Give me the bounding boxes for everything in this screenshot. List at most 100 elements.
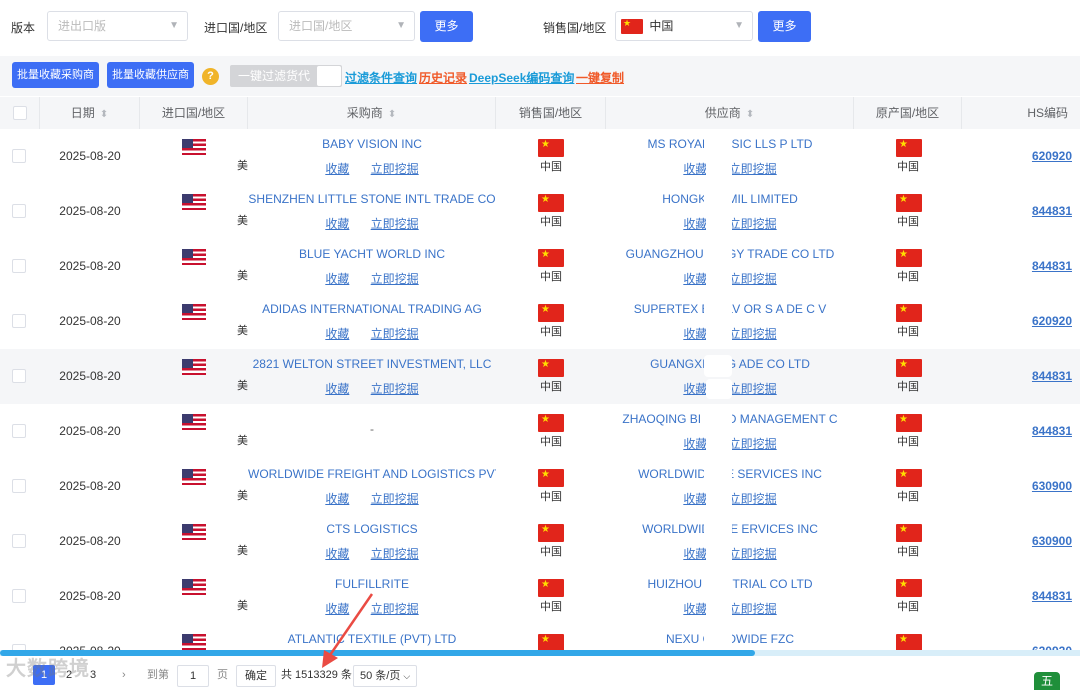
row-checkbox[interactable] (12, 369, 26, 383)
supplier-cell: GUANGXI J NG ADE CO LTD 收藏 立即挖掘 (606, 349, 854, 404)
china-flag-icon (538, 579, 564, 597)
hs-code-link[interactable]: 844831 (1032, 424, 1072, 438)
mine-buyer-link[interactable]: 立即挖掘 (371, 327, 419, 341)
hs-code-link[interactable]: 620920 (1032, 314, 1072, 328)
row-checkbox[interactable] (12, 259, 26, 273)
hs-code-link[interactable]: 620920 (1032, 149, 1072, 163)
sort-icon[interactable]: ⬍ (388, 109, 396, 120)
history-link[interactable]: 历史记录 (419, 69, 467, 86)
more-sale-button[interactable]: 更多 (758, 11, 811, 42)
collect-supplier-link[interactable]: 收藏 (683, 602, 707, 616)
buyer-name-link[interactable]: SHENZHEN LITTLE STONE INTL TRADE CO (248, 192, 496, 206)
collect-buyer-link[interactable]: 收藏 (325, 272, 349, 286)
row-checkbox[interactable] (12, 424, 26, 438)
col-supplier[interactable]: 供应商 ⬍ (606, 97, 854, 129)
select-all-checkbox[interactable] (12, 106, 27, 120)
col-buyer[interactable]: 采购商 ⬍ (248, 97, 496, 129)
hs-code-link[interactable]: 630900 (1032, 479, 1072, 493)
mine-supplier-link[interactable]: 立即挖掘 (729, 492, 777, 506)
row-checkbox[interactable] (12, 534, 26, 548)
mine-buyer-link[interactable]: 立即挖掘 (371, 162, 419, 176)
import-country-cell: 美国 (140, 184, 248, 239)
collect-buyer-link[interactable]: 收藏 (325, 162, 349, 176)
goto-page-input[interactable]: 1 (177, 665, 209, 687)
mine-buyer-link[interactable]: 立即挖掘 (371, 547, 419, 561)
row-checkbox[interactable] (12, 204, 26, 218)
collect-supplier-link[interactable]: 收藏 (683, 327, 707, 341)
copy-all-link[interactable]: 一键复制 (576, 69, 624, 86)
mine-supplier-link[interactable]: 立即挖掘 (729, 382, 777, 396)
filter-forwarder-toggle[interactable]: 一键过滤货代 (230, 65, 342, 87)
buyer-name-link[interactable]: WORLDWIDE FREIGHT AND LOGISTICS PVT (248, 467, 496, 481)
edition-placeholder: 进出口版 (58, 19, 107, 33)
collect-buyer-link[interactable]: 收藏 (325, 382, 349, 396)
buyer-name-link[interactable]: FULFILLRITE (248, 577, 496, 591)
buyer-cell: FULFILLRITE 收藏 立即挖掘 (248, 569, 496, 624)
import-country-cell: 美国 (140, 349, 248, 404)
next-page-icon[interactable]: › (122, 665, 126, 685)
row-select-cell (0, 459, 40, 514)
buyer-name-link[interactable]: ATLANTIC TEXTILE (PVT) LTD (248, 632, 496, 646)
mine-supplier-link[interactable]: 立即挖掘 (729, 602, 777, 616)
buyer-name-link[interactable]: 2821 WELTON STREET INVESTMENT, LLC (248, 357, 496, 371)
buyer-name-link[interactable]: BLUE YACHT WORLD INC (248, 247, 496, 261)
mine-buyer-link[interactable]: 立即挖掘 (371, 217, 419, 231)
edition-label: 版本 (11, 21, 36, 35)
mine-buyer-link[interactable]: 立即挖掘 (371, 492, 419, 506)
origin-country-cell: 中国 (854, 129, 962, 184)
hs-code-link[interactable]: 844831 (1032, 204, 1072, 218)
collect-supplier-link[interactable]: 收藏 (683, 492, 707, 506)
filter-query-link[interactable]: 过滤条件查询 (345, 69, 417, 86)
col-date[interactable]: 日期 ⬍ (40, 97, 140, 129)
import-country-select[interactable]: 进口国/地区 ▼ (278, 11, 415, 41)
collect-supplier-link[interactable]: 收藏 (683, 272, 707, 286)
date-cell: 2025-08-20 (59, 424, 121, 438)
origin-country-name: 中国 (897, 216, 919, 228)
mine-supplier-link[interactable]: 立即挖掘 (729, 217, 777, 231)
hs-code-link[interactable]: 844831 (1032, 589, 1072, 603)
goto-confirm-button[interactable]: 确定 (236, 665, 276, 687)
row-checkbox[interactable] (12, 314, 26, 328)
mine-buyer-link[interactable]: 立即挖掘 (371, 272, 419, 286)
collect-supplier-link[interactable]: 收藏 (683, 437, 707, 451)
hs-code-link[interactable]: 630900 (1032, 534, 1072, 548)
sort-icon[interactable]: ⬍ (100, 109, 108, 120)
col-origin-country: 原产国/地区 (854, 97, 962, 129)
deepseek-hs-query-link[interactable]: DeepSeek编码查询 (469, 69, 574, 86)
collect-supplier-link[interactable]: 收藏 (683, 382, 707, 396)
row-select-cell (0, 349, 40, 404)
mine-supplier-link[interactable]: 立即挖掘 (729, 272, 777, 286)
mine-buyer-link[interactable]: 立即挖掘 (371, 382, 419, 396)
hs-code-link[interactable]: 844831 (1032, 259, 1072, 273)
buyer-name-link[interactable]: - (248, 422, 496, 436)
collect-buyer-link[interactable]: 收藏 (325, 327, 349, 341)
collect-supplier-link[interactable]: 收藏 (683, 162, 707, 176)
page-size-select[interactable]: 50 条/页 ⌵ (353, 665, 418, 687)
date-cell: 2025-08-20 (59, 204, 121, 218)
mine-supplier-link[interactable]: 立即挖掘 (729, 327, 777, 341)
buyer-name-link[interactable]: BABY VISION INC (248, 137, 496, 151)
buyer-name-link[interactable]: ADIDAS INTERNATIONAL TRADING AG (248, 302, 496, 316)
mine-supplier-link[interactable]: 立即挖掘 (729, 547, 777, 561)
sale-country-select[interactable]: 中国 ▼ (615, 11, 753, 41)
help-icon[interactable]: ? (202, 68, 219, 85)
row-checkbox[interactable] (12, 479, 26, 493)
edition-select[interactable]: 进出口版 ▼ (47, 11, 188, 41)
row-checkbox[interactable] (12, 149, 26, 163)
mine-supplier-link[interactable]: 立即挖掘 (729, 437, 777, 451)
collect-supplier-link[interactable]: 收藏 (683, 547, 707, 561)
collect-supplier-link[interactable]: 收藏 (683, 217, 707, 231)
collect-buyer-link[interactable]: 收藏 (325, 547, 349, 561)
batch-collect-buyers-button[interactable]: 批量收藏采购商 (12, 62, 99, 88)
collect-buyer-link[interactable]: 收藏 (325, 217, 349, 231)
mine-supplier-link[interactable]: 立即挖掘 (729, 162, 777, 176)
collect-buyer-link[interactable]: 收藏 (325, 602, 349, 616)
batch-collect-suppliers-button[interactable]: 批量收藏供应商 (107, 62, 194, 88)
hs-code-link[interactable]: 844831 (1032, 369, 1072, 383)
buyer-name-link[interactable]: CTS LOGISTICS (248, 522, 496, 536)
row-checkbox[interactable] (12, 589, 26, 603)
mine-buyer-link[interactable]: 立即挖掘 (371, 602, 419, 616)
more-import-button[interactable]: 更多 (420, 11, 473, 42)
sort-icon[interactable]: ⬍ (746, 109, 754, 120)
collect-buyer-link[interactable]: 收藏 (325, 492, 349, 506)
